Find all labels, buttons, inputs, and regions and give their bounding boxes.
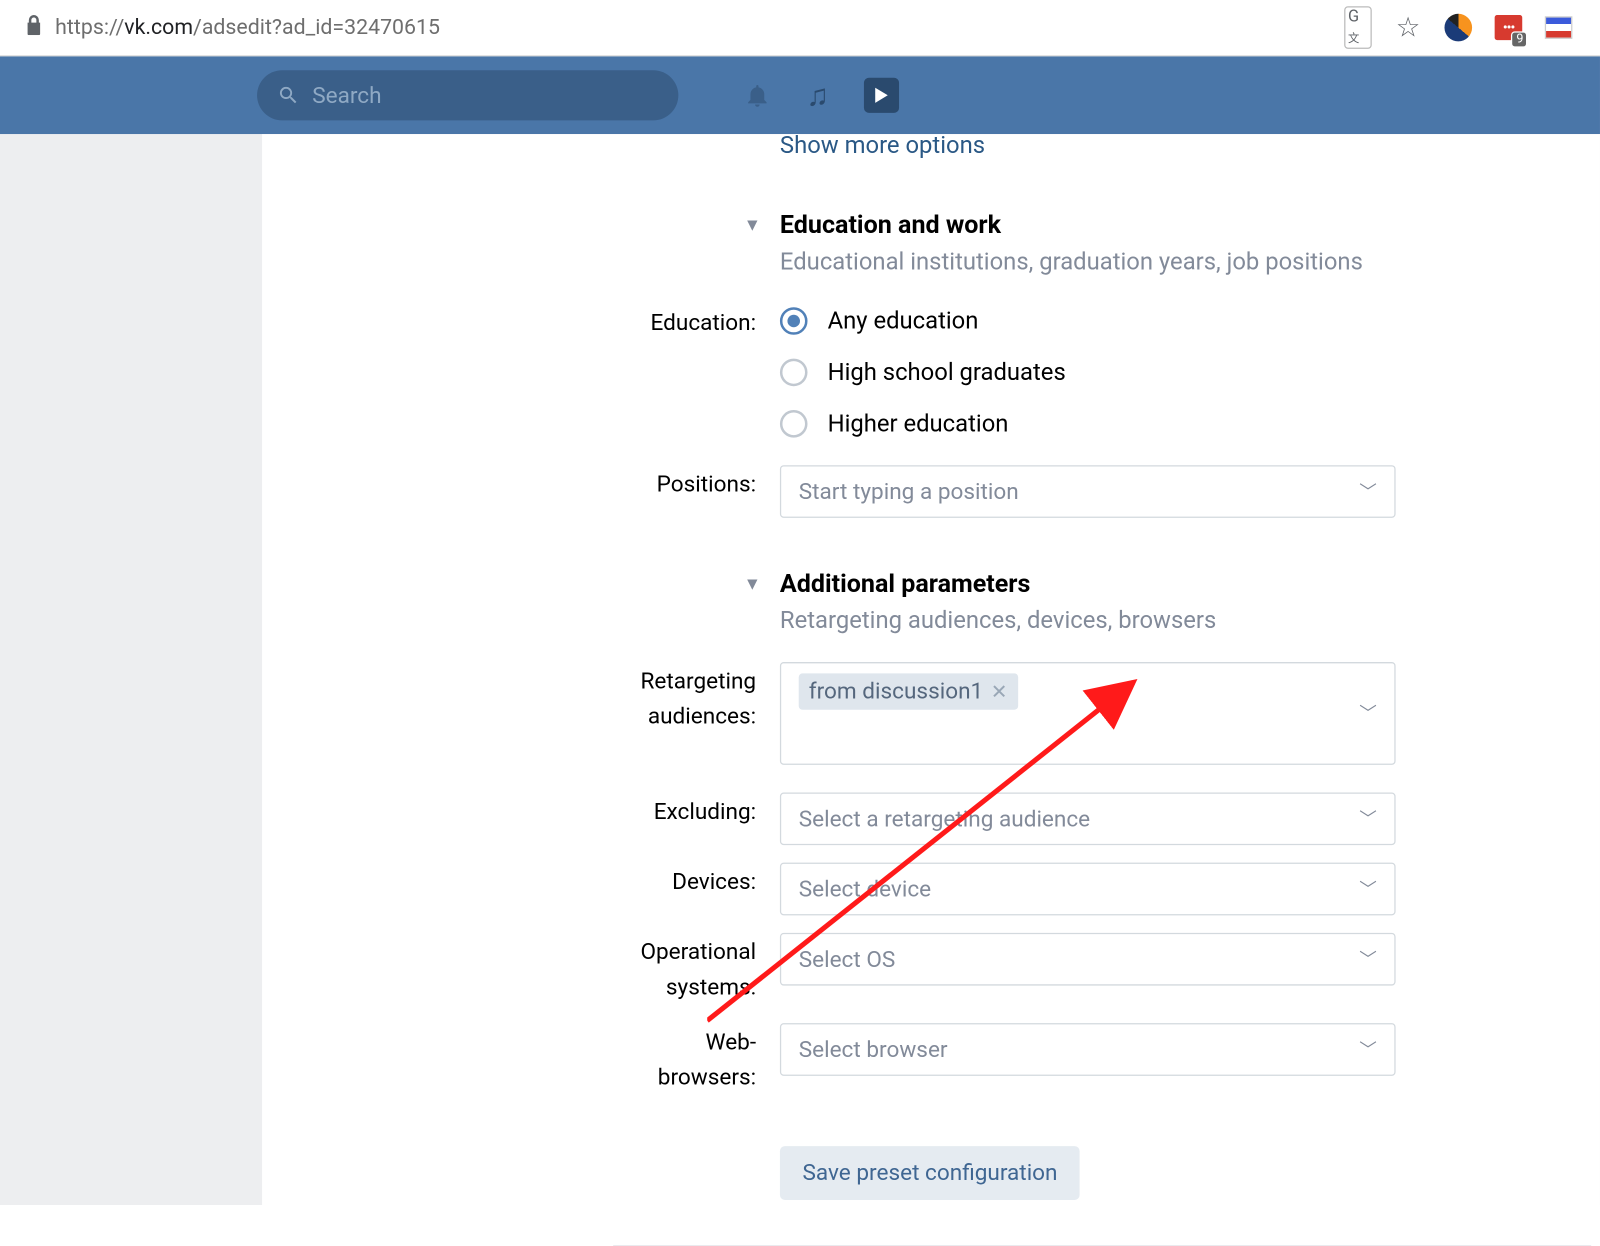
section-additional-parameters: ▼ Additional parameters Retargeting audi… <box>613 568 1591 1246</box>
os-select[interactable]: Select OS ﹀ <box>780 933 1396 986</box>
chevron-down-icon: ﹀ <box>1359 876 1377 901</box>
show-more-options-link[interactable]: Show more options <box>780 130 1591 159</box>
retargeting-tag: from discussion1 ✕ <box>799 673 1018 709</box>
bookmark-star-icon[interactable]: ☆ <box>1394 14 1422 42</box>
positions-label: Positions: <box>613 468 766 503</box>
search-input[interactable]: Search <box>257 70 678 120</box>
extension-flag-icon[interactable] <box>1545 14 1573 42</box>
browsers-label: Web-browsers: <box>613 1026 766 1096</box>
extension-lastpass-icon[interactable]: •••9 <box>1495 14 1523 42</box>
retargeting-audiences-select[interactable]: from discussion1 ✕ ﹀ <box>780 662 1396 765</box>
devices-label: Devices: <box>613 865 766 900</box>
positions-select[interactable]: Start typing a position ﹀ <box>780 465 1396 518</box>
education-radio-highschool[interactable]: High school graduates <box>780 357 1591 386</box>
url-field[interactable]: https://vk.com/adsedit?ad_id=32470615 <box>55 15 1344 40</box>
save-preset-button[interactable]: Save preset configuration <box>780 1146 1080 1200</box>
chevron-down-icon: ﹀ <box>1359 479 1377 504</box>
excluding-label: Excluding: <box>613 795 766 830</box>
section-title: Additional parameters <box>780 568 1591 598</box>
chevron-down-icon: ﹀ <box>1359 806 1377 831</box>
radio-icon <box>780 409 808 437</box>
lock-icon <box>13 15 43 40</box>
chevron-down-icon: ﹀ <box>1359 1037 1377 1062</box>
devices-select[interactable]: Select device ﹀ <box>780 863 1396 916</box>
collapse-caret-icon[interactable]: ▼ <box>744 573 761 594</box>
chevron-down-icon: ﹀ <box>1359 947 1377 972</box>
search-icon <box>277 84 300 107</box>
section-subtitle: Educational institutions, graduation yea… <box>780 247 1591 276</box>
music-icon[interactable]: ♫ <box>806 77 829 113</box>
retargeting-label: Retargeting audiences: <box>613 665 766 735</box>
chevron-down-icon: ﹀ <box>1359 701 1377 726</box>
radio-icon <box>780 307 808 335</box>
page-body: Show more options ▼ Education and work E… <box>0 134 1600 1205</box>
play-icon[interactable] <box>864 78 899 113</box>
collapse-caret-icon[interactable]: ▼ <box>744 214 761 235</box>
education-label: Education: <box>613 306 766 341</box>
remove-tag-icon[interactable]: ✕ <box>991 680 1008 704</box>
section-education-work: ▼ Education and work Educational institu… <box>613 209 1591 517</box>
browser-address-bar: https://vk.com/adsedit?ad_id=32470615 G文… <box>0 0 1600 56</box>
education-radio-higher[interactable]: Higher education <box>780 409 1591 438</box>
translate-icon[interactable]: G文 <box>1344 14 1372 42</box>
excluding-select[interactable]: Select a retargeting audience ﹀ <box>780 792 1396 845</box>
notifications-icon[interactable] <box>744 82 772 110</box>
content-panel: Show more options ▼ Education and work E… <box>262 134 1600 1205</box>
top-navbar: Search ♫ <box>0 56 1600 134</box>
education-radio-any[interactable]: Any education <box>780 306 1591 335</box>
search-placeholder: Search <box>312 82 381 108</box>
section-title: Education and work <box>780 209 1591 239</box>
extension-similarweb-icon[interactable] <box>1444 14 1472 42</box>
os-label: Operational systems: <box>613 935 766 1005</box>
section-subtitle: Retargeting audiences, devices, browsers <box>780 606 1591 635</box>
browsers-select[interactable]: Select browser ﹀ <box>780 1023 1396 1076</box>
radio-icon <box>780 358 808 386</box>
